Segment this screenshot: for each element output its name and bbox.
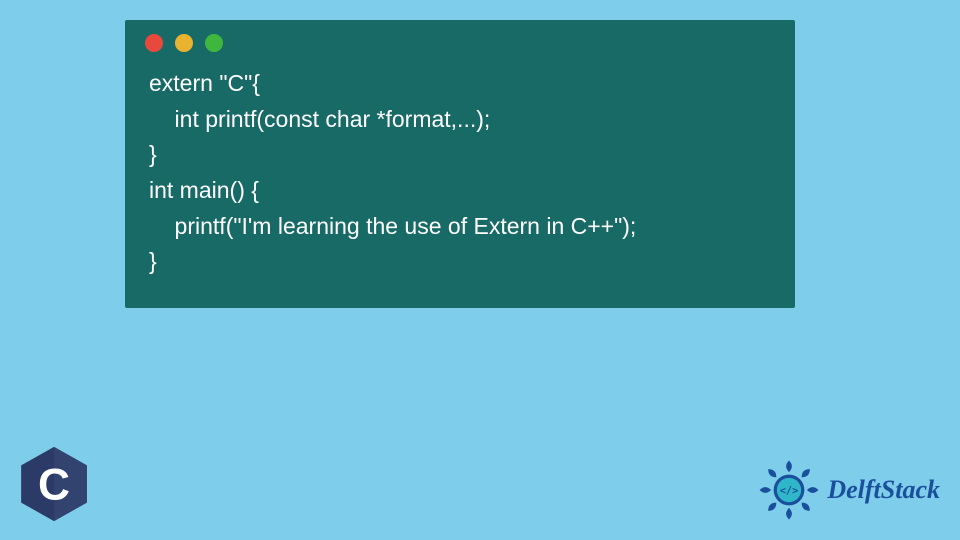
- code-line: }: [149, 248, 157, 274]
- code-line: extern "C"{: [149, 70, 260, 96]
- code-line: int main() {: [149, 177, 259, 203]
- window-titlebar: [125, 20, 795, 60]
- code-line: }: [149, 141, 157, 167]
- delftstack-badge-icon: </>: [757, 458, 821, 522]
- delftstack-text: DelftStack: [827, 475, 940, 505]
- delftstack-logo: </> DelftStack: [757, 458, 940, 522]
- code-line: int printf(const char *format,...);: [149, 106, 490, 132]
- traffic-light-close-icon: [145, 34, 163, 52]
- code-line: printf("I'm learning the use of Extern i…: [149, 213, 636, 239]
- c-language-logo-icon: C: [18, 444, 90, 524]
- c-logo-letter: C: [38, 461, 70, 510]
- traffic-light-maximize-icon: [205, 34, 223, 52]
- delft-badge-inner: </>: [780, 485, 799, 497]
- code-block: extern "C"{ int printf(const char *forma…: [125, 60, 795, 280]
- traffic-light-minimize-icon: [175, 34, 193, 52]
- code-window: extern "C"{ int printf(const char *forma…: [125, 20, 795, 308]
